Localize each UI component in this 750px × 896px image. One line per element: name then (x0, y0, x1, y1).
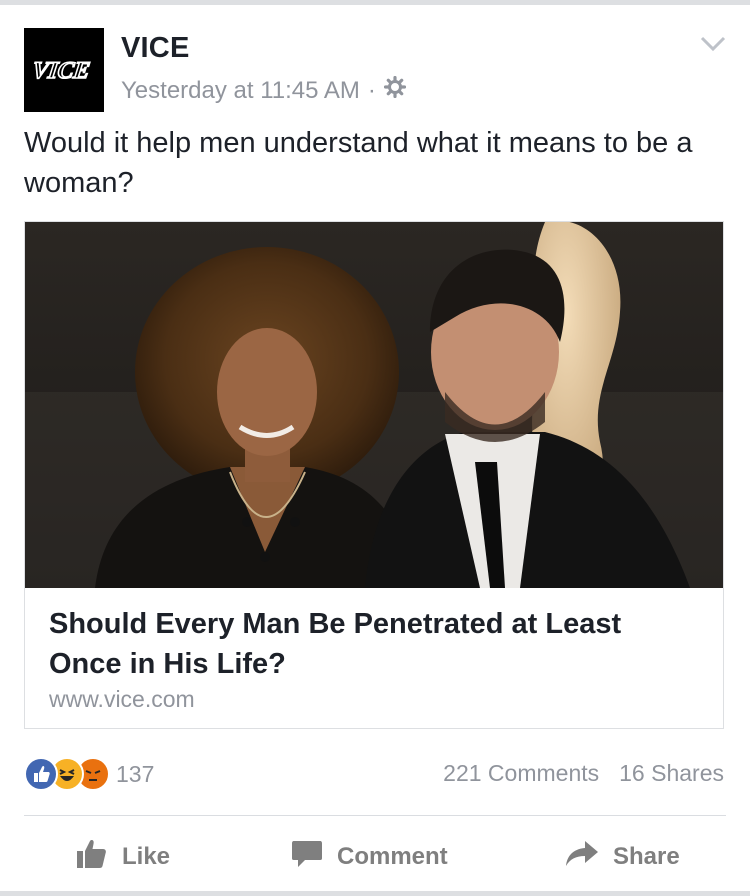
comment-label: Comment (337, 843, 448, 870)
page-name-link[interactable]: VICE (121, 32, 190, 65)
engagement-stats: 221 Comments 16 Shares (443, 760, 724, 787)
reactions-summary[interactable]: 137 (24, 757, 154, 791)
action-divider (24, 815, 726, 816)
chevron-down-icon[interactable] (700, 35, 726, 53)
reaction-count[interactable]: 137 (116, 761, 154, 788)
link-preview-card[interactable]: Should Every Man Be Penetrated at Least … (24, 221, 724, 729)
gear-icon[interactable] (383, 75, 406, 105)
shares-count[interactable]: 16 Shares (619, 760, 724, 787)
facebook-post: VICE VICE Yesterday at 11:45 AM · Would … (0, 5, 750, 891)
share-arrow-icon (565, 840, 599, 875)
svg-text:VICE: VICE (31, 58, 92, 84)
thumbs-up-icon (76, 839, 108, 876)
meta-separator: · (367, 76, 376, 104)
comment-icon (291, 839, 323, 876)
post-timestamp[interactable]: Yesterday at 11:45 AM (121, 77, 360, 105)
like-button[interactable]: Like (76, 839, 170, 875)
link-domain: www.vice.com (49, 686, 195, 712)
link-preview-image[interactable] (25, 222, 723, 588)
vice-logo: VICE (30, 57, 93, 84)
page-avatar[interactable]: VICE (24, 28, 104, 112)
comment-button[interactable]: Comment (291, 839, 448, 875)
comments-count[interactable]: 221 Comments (443, 760, 599, 787)
like-icon (24, 757, 58, 791)
link-title[interactable]: Should Every Man Be Penetrated at Least … (49, 604, 699, 684)
share-button[interactable]: Share (565, 839, 680, 875)
post-caption: Would it help men understand what it mea… (24, 127, 693, 199)
share-label: Share (613, 843, 680, 870)
like-label: Like (122, 843, 171, 870)
post-meta: Yesterday at 11:45 AM · (121, 75, 406, 105)
